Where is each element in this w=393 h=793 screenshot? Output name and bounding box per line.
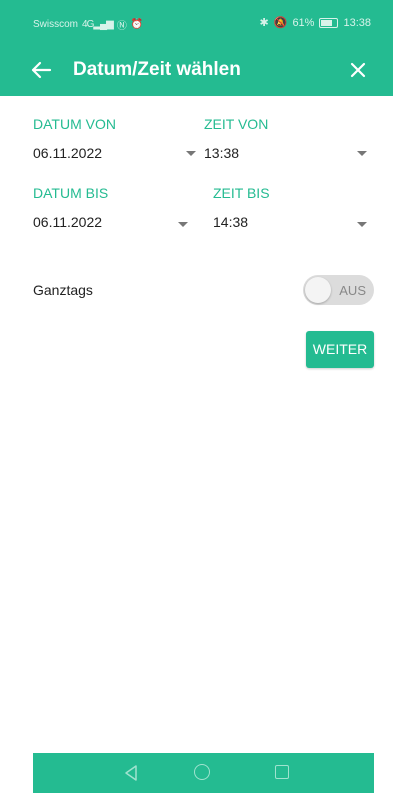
status-right: ✱ 🔕 61% 13:38: [259, 16, 371, 30]
status-left: Swisscom 4G▂▄▆ Ⓝ ⏰: [33, 17, 143, 32]
page-title: Datum/Zeit wählen: [73, 59, 241, 80]
nfc-icon: Ⓝ: [116, 21, 127, 32]
alarm-icon: ⏰: [130, 19, 144, 30]
arrow-left-icon[interactable]: [30, 56, 58, 84]
continue-button[interactable]: WEITER: [306, 331, 374, 368]
date-to-label: DATUM BIS: [33, 185, 109, 201]
time-from-value: 13:38: [204, 145, 240, 161]
carrier-name: Swisscom: [33, 19, 79, 30]
nav-recents-icon[interactable]: [275, 765, 289, 779]
time-from-select[interactable]: 13:38: [204, 141, 370, 165]
bluetooth-icon: ✱: [259, 17, 269, 29]
close-icon[interactable]: [345, 56, 371, 84]
chevron-down-icon: [357, 222, 367, 227]
system-nav-bar: [33, 753, 374, 793]
date-from-value: 06.11.2022: [33, 145, 103, 161]
battery-percent: 61%: [292, 16, 315, 29]
date-to-select[interactable]: 06.11.2022: [33, 210, 193, 234]
all-day-label: Ganztags: [33, 282, 93, 298]
nav-home-icon[interactable]: [194, 764, 210, 780]
chevron-down-icon: [186, 151, 196, 156]
toggle-state-text: AUS: [339, 283, 366, 298]
time-from-label: ZEIT VON: [204, 116, 269, 132]
clock: 13:38: [343, 16, 371, 29]
app-bar: Datum/Zeit wählen: [0, 46, 393, 96]
signal-icon: 4G▂▄▆: [82, 19, 114, 30]
battery-icon: [319, 17, 339, 28]
status-bar: Swisscom 4G▂▄▆ Ⓝ ⏰ ✱ 🔕 61% 13:38: [0, 0, 393, 46]
mute-icon: 🔕: [273, 17, 288, 29]
date-from-label: DATUM VON: [33, 116, 116, 132]
date-to-value: 06.11.2022: [33, 214, 103, 230]
time-to-value: 14:38: [213, 214, 249, 230]
chevron-down-icon: [178, 222, 188, 227]
screen: Swisscom 4G▂▄▆ Ⓝ ⏰ ✱ 🔕 61% 13:38 Datum/Z…: [0, 0, 393, 793]
chevron-down-icon: [357, 151, 367, 156]
date-from-select[interactable]: 06.11.2022: [33, 141, 203, 165]
time-to-label: ZEIT BIS: [213, 185, 270, 201]
toggle-knob: [305, 277, 331, 303]
all-day-toggle[interactable]: AUS: [303, 275, 374, 305]
nav-back-icon[interactable]: [123, 763, 143, 783]
time-to-select[interactable]: 14:38: [213, 210, 370, 234]
